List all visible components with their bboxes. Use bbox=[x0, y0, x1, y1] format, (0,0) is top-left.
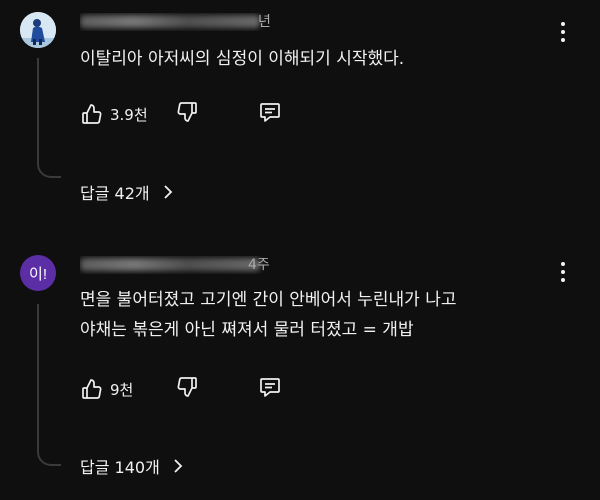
avatar[interactable]: 이! bbox=[20, 255, 56, 291]
like-button[interactable]: 9천 bbox=[80, 377, 133, 401]
view-replies-button[interactable]: 답글 42개 bbox=[80, 180, 174, 204]
reply-button[interactable] bbox=[258, 100, 282, 124]
thread-line bbox=[37, 304, 61, 466]
comment-timestamp: 4주 전 bbox=[248, 257, 270, 273]
more-icon bbox=[561, 22, 565, 26]
dislike-icon bbox=[177, 377, 197, 397]
like-count: 3.9천 bbox=[110, 105, 148, 124]
thread-line bbox=[37, 58, 61, 178]
comment-actions: 9천 bbox=[80, 375, 280, 403]
avatar[interactable] bbox=[20, 12, 56, 48]
reply-icon bbox=[260, 378, 280, 397]
avatar-image bbox=[20, 12, 56, 48]
more-icon bbox=[561, 262, 565, 266]
avatar-initials: 이! bbox=[29, 265, 47, 283]
comment-author[interactable]: 4주 전 bbox=[80, 256, 270, 274]
comment-text-line: 야채는 볶은게 아닌 쪄져서 물러 터졌고 = 개밥 bbox=[80, 320, 414, 340]
more-options-button[interactable] bbox=[560, 262, 566, 282]
chevron-right-icon bbox=[163, 185, 172, 199]
comment-text: 이탈리아 아저씨의 심정이 이해되기 시작했다. bbox=[80, 44, 404, 74]
replies-count: 답글 140개 bbox=[80, 458, 160, 477]
comment-author[interactable]: 년 전 bbox=[80, 13, 270, 31]
reply-button[interactable] bbox=[258, 375, 282, 399]
dislike-button[interactable] bbox=[175, 375, 199, 399]
reply-icon bbox=[260, 103, 280, 122]
comment-actions: 3.9천 bbox=[80, 100, 280, 128]
like-button[interactable]: 3.9천 bbox=[80, 102, 148, 126]
comment-text: 면을 불어터졌고 고기엔 간이 안베어서 누린내가 나고 야채는 볶은게 아닌 … bbox=[80, 285, 457, 345]
comment: 이! 4주 전 면을 불어터졌고 고기엔 간이 안베어서 누린내가 나고 야채는… bbox=[0, 240, 600, 500]
like-icon bbox=[82, 379, 102, 399]
replies-count: 답글 42개 bbox=[80, 184, 150, 203]
view-replies-button[interactable]: 답글 140개 bbox=[80, 454, 184, 478]
comment-text-line: 이탈리아 아저씨의 심정이 이해되기 시작했다. bbox=[80, 49, 405, 69]
chevron-right-icon bbox=[174, 459, 183, 473]
author-name-redacted bbox=[80, 15, 260, 28]
comment-timestamp: 년 전 bbox=[258, 14, 270, 30]
dislike-button[interactable] bbox=[175, 100, 199, 124]
more-options-button[interactable] bbox=[560, 22, 566, 42]
dislike-icon bbox=[177, 102, 197, 122]
like-icon bbox=[82, 104, 102, 124]
like-count: 9천 bbox=[110, 380, 134, 399]
comment: 년 전 이탈리아 아저씨의 심정이 이해되기 시작했다. 3.9천 답글 42개 bbox=[0, 0, 600, 225]
author-name-redacted bbox=[80, 258, 260, 271]
comment-text-line: 면을 불어터졌고 고기엔 간이 안베어서 누린내가 나고 bbox=[80, 290, 457, 310]
